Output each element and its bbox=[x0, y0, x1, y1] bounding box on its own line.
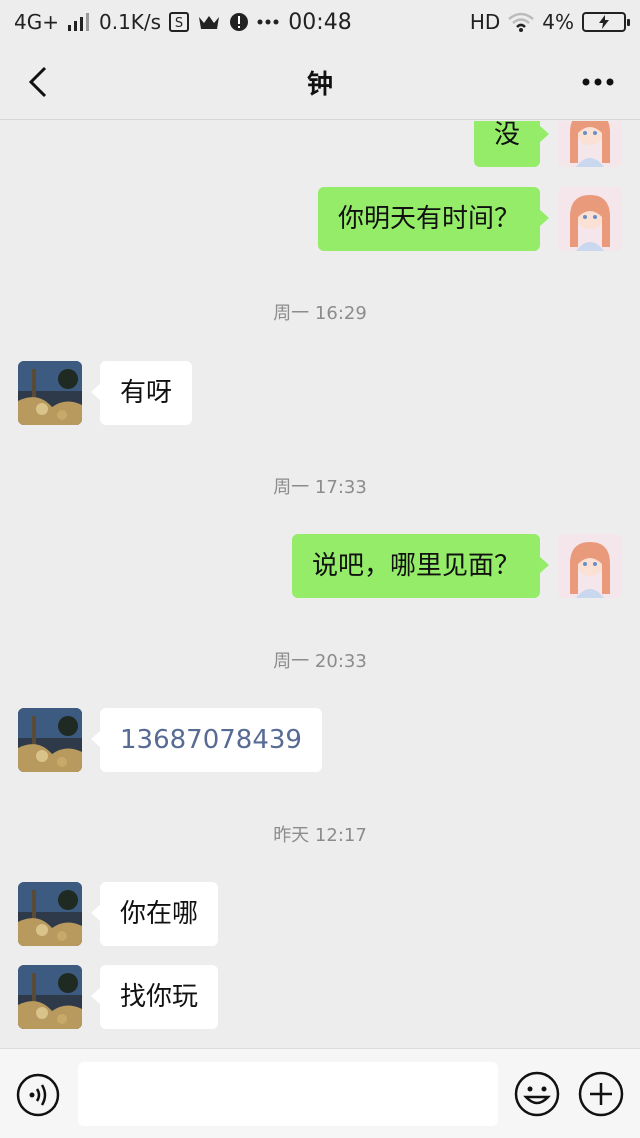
message-row: 13687078439 bbox=[18, 708, 322, 772]
svg-text:S: S bbox=[175, 16, 183, 31]
input-bar bbox=[0, 1048, 640, 1138]
page-title: 钟 bbox=[306, 70, 333, 100]
timestamp: 周一 20:33 bbox=[273, 651, 367, 672]
message-bubble[interactable]: 找你玩 bbox=[90, 965, 219, 1029]
network-type: 4G+ bbox=[14, 10, 59, 34]
message-input[interactable] bbox=[78, 1062, 498, 1126]
my-avatar[interactable] bbox=[558, 534, 622, 598]
emoji-button[interactable] bbox=[514, 1071, 560, 1117]
plus-icon bbox=[578, 1071, 624, 1117]
phone-number-link[interactable]: 13687078439 bbox=[91, 708, 322, 772]
more-dots-icon bbox=[257, 19, 279, 25]
battery-percent: 4% bbox=[542, 10, 574, 34]
crown-icon bbox=[197, 13, 221, 31]
chat-area[interactable]: 没 你明天有时间？ 周一 16:29 有呀 周一 17:33 说吧，哪里见面？ … bbox=[0, 121, 640, 1048]
message-bubble[interactable]: 你明天有时间？ bbox=[317, 187, 550, 251]
timestamp: 周一 16:29 bbox=[273, 303, 367, 324]
signal-icon bbox=[67, 13, 91, 31]
message-bubble[interactable]: 没 bbox=[473, 121, 550, 167]
message-row: 你明天有时间？ bbox=[317, 187, 622, 251]
nav-bar: 钟 bbox=[0, 44, 640, 120]
message-bubble[interactable]: 你在哪 bbox=[90, 882, 219, 946]
network-speed: 0.1K/s bbox=[98, 10, 162, 34]
contact-avatar[interactable] bbox=[18, 965, 82, 1029]
more-actions-button[interactable] bbox=[578, 1071, 624, 1117]
voice-button[interactable] bbox=[16, 1073, 60, 1117]
contact-avatar[interactable] bbox=[18, 361, 82, 425]
message-row: 找你玩 bbox=[18, 965, 219, 1029]
battery-charging-icon bbox=[582, 12, 630, 32]
my-avatar[interactable] bbox=[558, 187, 622, 251]
hd-indicator: HD bbox=[469, 10, 501, 34]
message-row: 有呀 bbox=[18, 361, 193, 425]
message-row: 没 bbox=[473, 121, 622, 167]
more-button[interactable] bbox=[578, 62, 618, 102]
more-dots-icon bbox=[582, 78, 614, 86]
voice-icon bbox=[16, 1073, 60, 1117]
s-icon: S bbox=[169, 12, 190, 32]
message-row: 你在哪 bbox=[18, 882, 219, 946]
contact-avatar[interactable] bbox=[18, 882, 82, 946]
timestamp: 昨天 12:17 bbox=[273, 825, 367, 846]
message-bubble[interactable]: 有呀 bbox=[90, 361, 193, 425]
contact-avatar[interactable] bbox=[18, 708, 82, 772]
timestamp: 周一 17:33 bbox=[273, 477, 367, 498]
emoji-icon bbox=[514, 1071, 560, 1117]
alert-icon bbox=[229, 12, 249, 32]
message-row: 说吧，哪里见面？ bbox=[291, 534, 622, 598]
my-avatar[interactable] bbox=[558, 121, 622, 167]
wifi-icon bbox=[508, 12, 535, 32]
status-bar: 4G+ 0.1K/s S 00:48 HD 4% bbox=[0, 0, 640, 44]
message-bubble[interactable]: 说吧，哪里见面？ bbox=[291, 534, 550, 598]
